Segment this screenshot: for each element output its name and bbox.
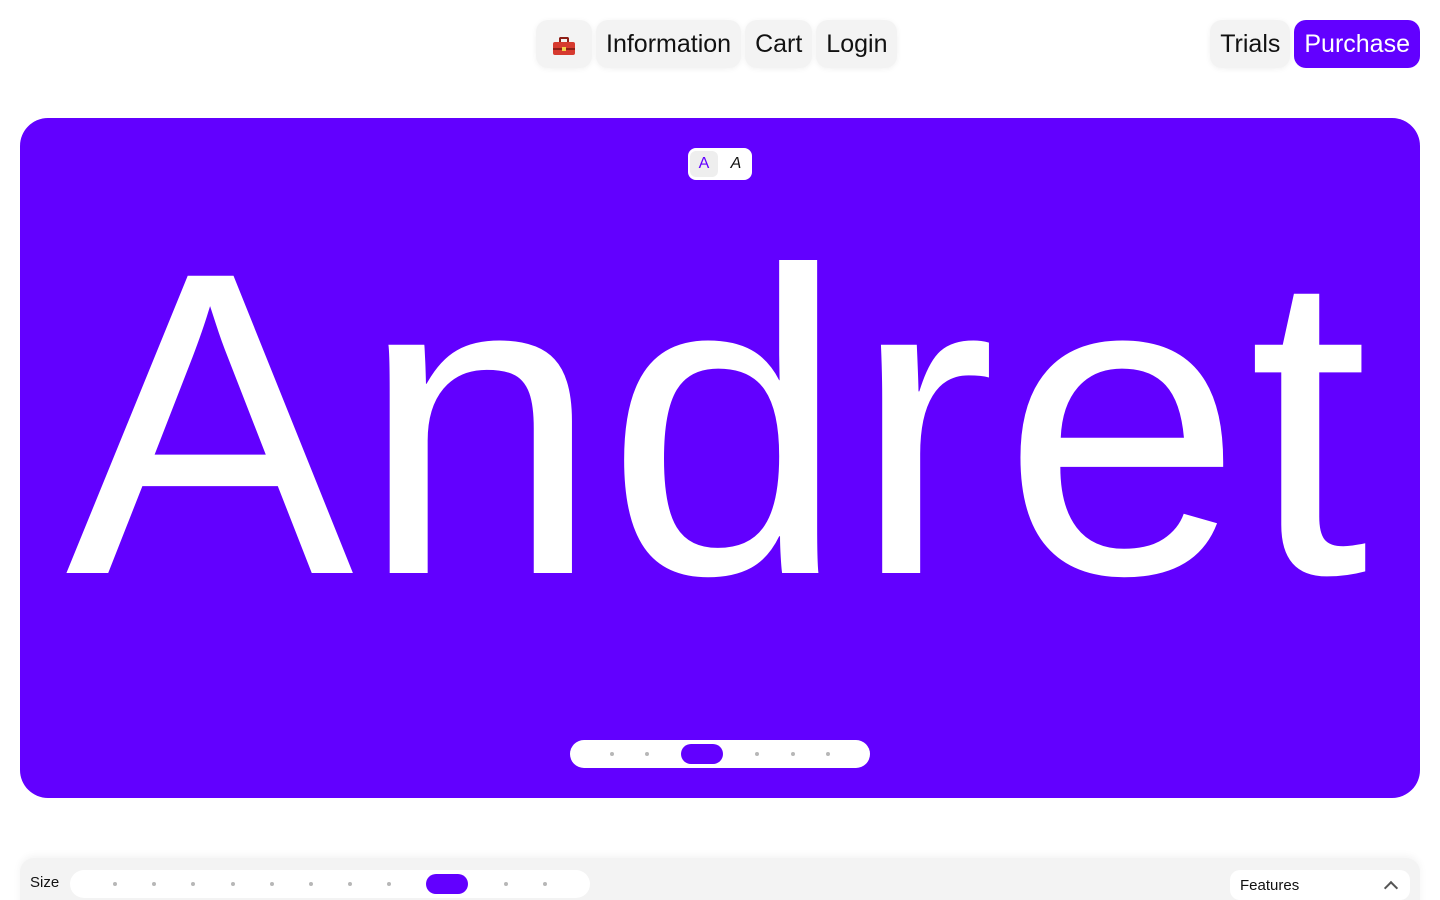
specimen-text: Andret: [65, 182, 1375, 665]
nav-cart[interactable]: Cart: [745, 20, 813, 68]
size-slider-step[interactable]: [113, 882, 118, 886]
features-label: Features: [1240, 876, 1300, 894]
weight-slider-step[interactable]: [754, 752, 759, 756]
nav-information[interactable]: Information: [596, 20, 742, 68]
type-specimen-hero: A A Andret: [20, 118, 1420, 798]
style-regular-option[interactable]: A: [690, 151, 718, 177]
size-slider-step[interactable]: [308, 882, 313, 886]
size-slider-step[interactable]: [348, 882, 353, 886]
toolbox-icon: [553, 36, 575, 55]
weight-slider-step[interactable]: [826, 752, 831, 756]
nav-login[interactable]: Login: [816, 20, 898, 68]
weight-slider-step[interactable]: [790, 752, 795, 756]
logo-button[interactable]: [536, 20, 592, 68]
size-slider-step[interactable]: [542, 882, 547, 886]
size-slider-step[interactable]: [191, 882, 196, 886]
features-dropdown[interactable]: Features: [1230, 870, 1410, 900]
size-slider-step[interactable]: [269, 882, 274, 886]
purchase-button[interactable]: Purchase: [1294, 20, 1420, 68]
trials-button[interactable]: Trials: [1210, 20, 1291, 68]
size-slider-step[interactable]: [152, 882, 157, 886]
size-slider-step[interactable]: [230, 882, 235, 886]
style-italic-option[interactable]: A: [722, 151, 750, 177]
size-slider-step[interactable]: [387, 882, 392, 886]
size-slider-step[interactable]: [503, 882, 508, 886]
weight-slider-step[interactable]: [645, 752, 650, 756]
weight-slider[interactable]: [570, 740, 870, 768]
chevron-up-icon: [1383, 880, 1399, 896]
weight-slider-step[interactable]: [609, 752, 614, 756]
size-label: Size: [30, 874, 60, 891]
weight-slider-handle[interactable]: [681, 744, 724, 764]
size-slider-handle[interactable]: [426, 874, 469, 894]
bottom-toolbar: Size Features: [20, 858, 1420, 900]
nav-actions: Trials Purchase: [1210, 20, 1420, 68]
style-toggle: A A: [688, 148, 752, 180]
main-nav: Information Cart Login: [536, 20, 898, 68]
size-slider[interactable]: [70, 870, 590, 898]
